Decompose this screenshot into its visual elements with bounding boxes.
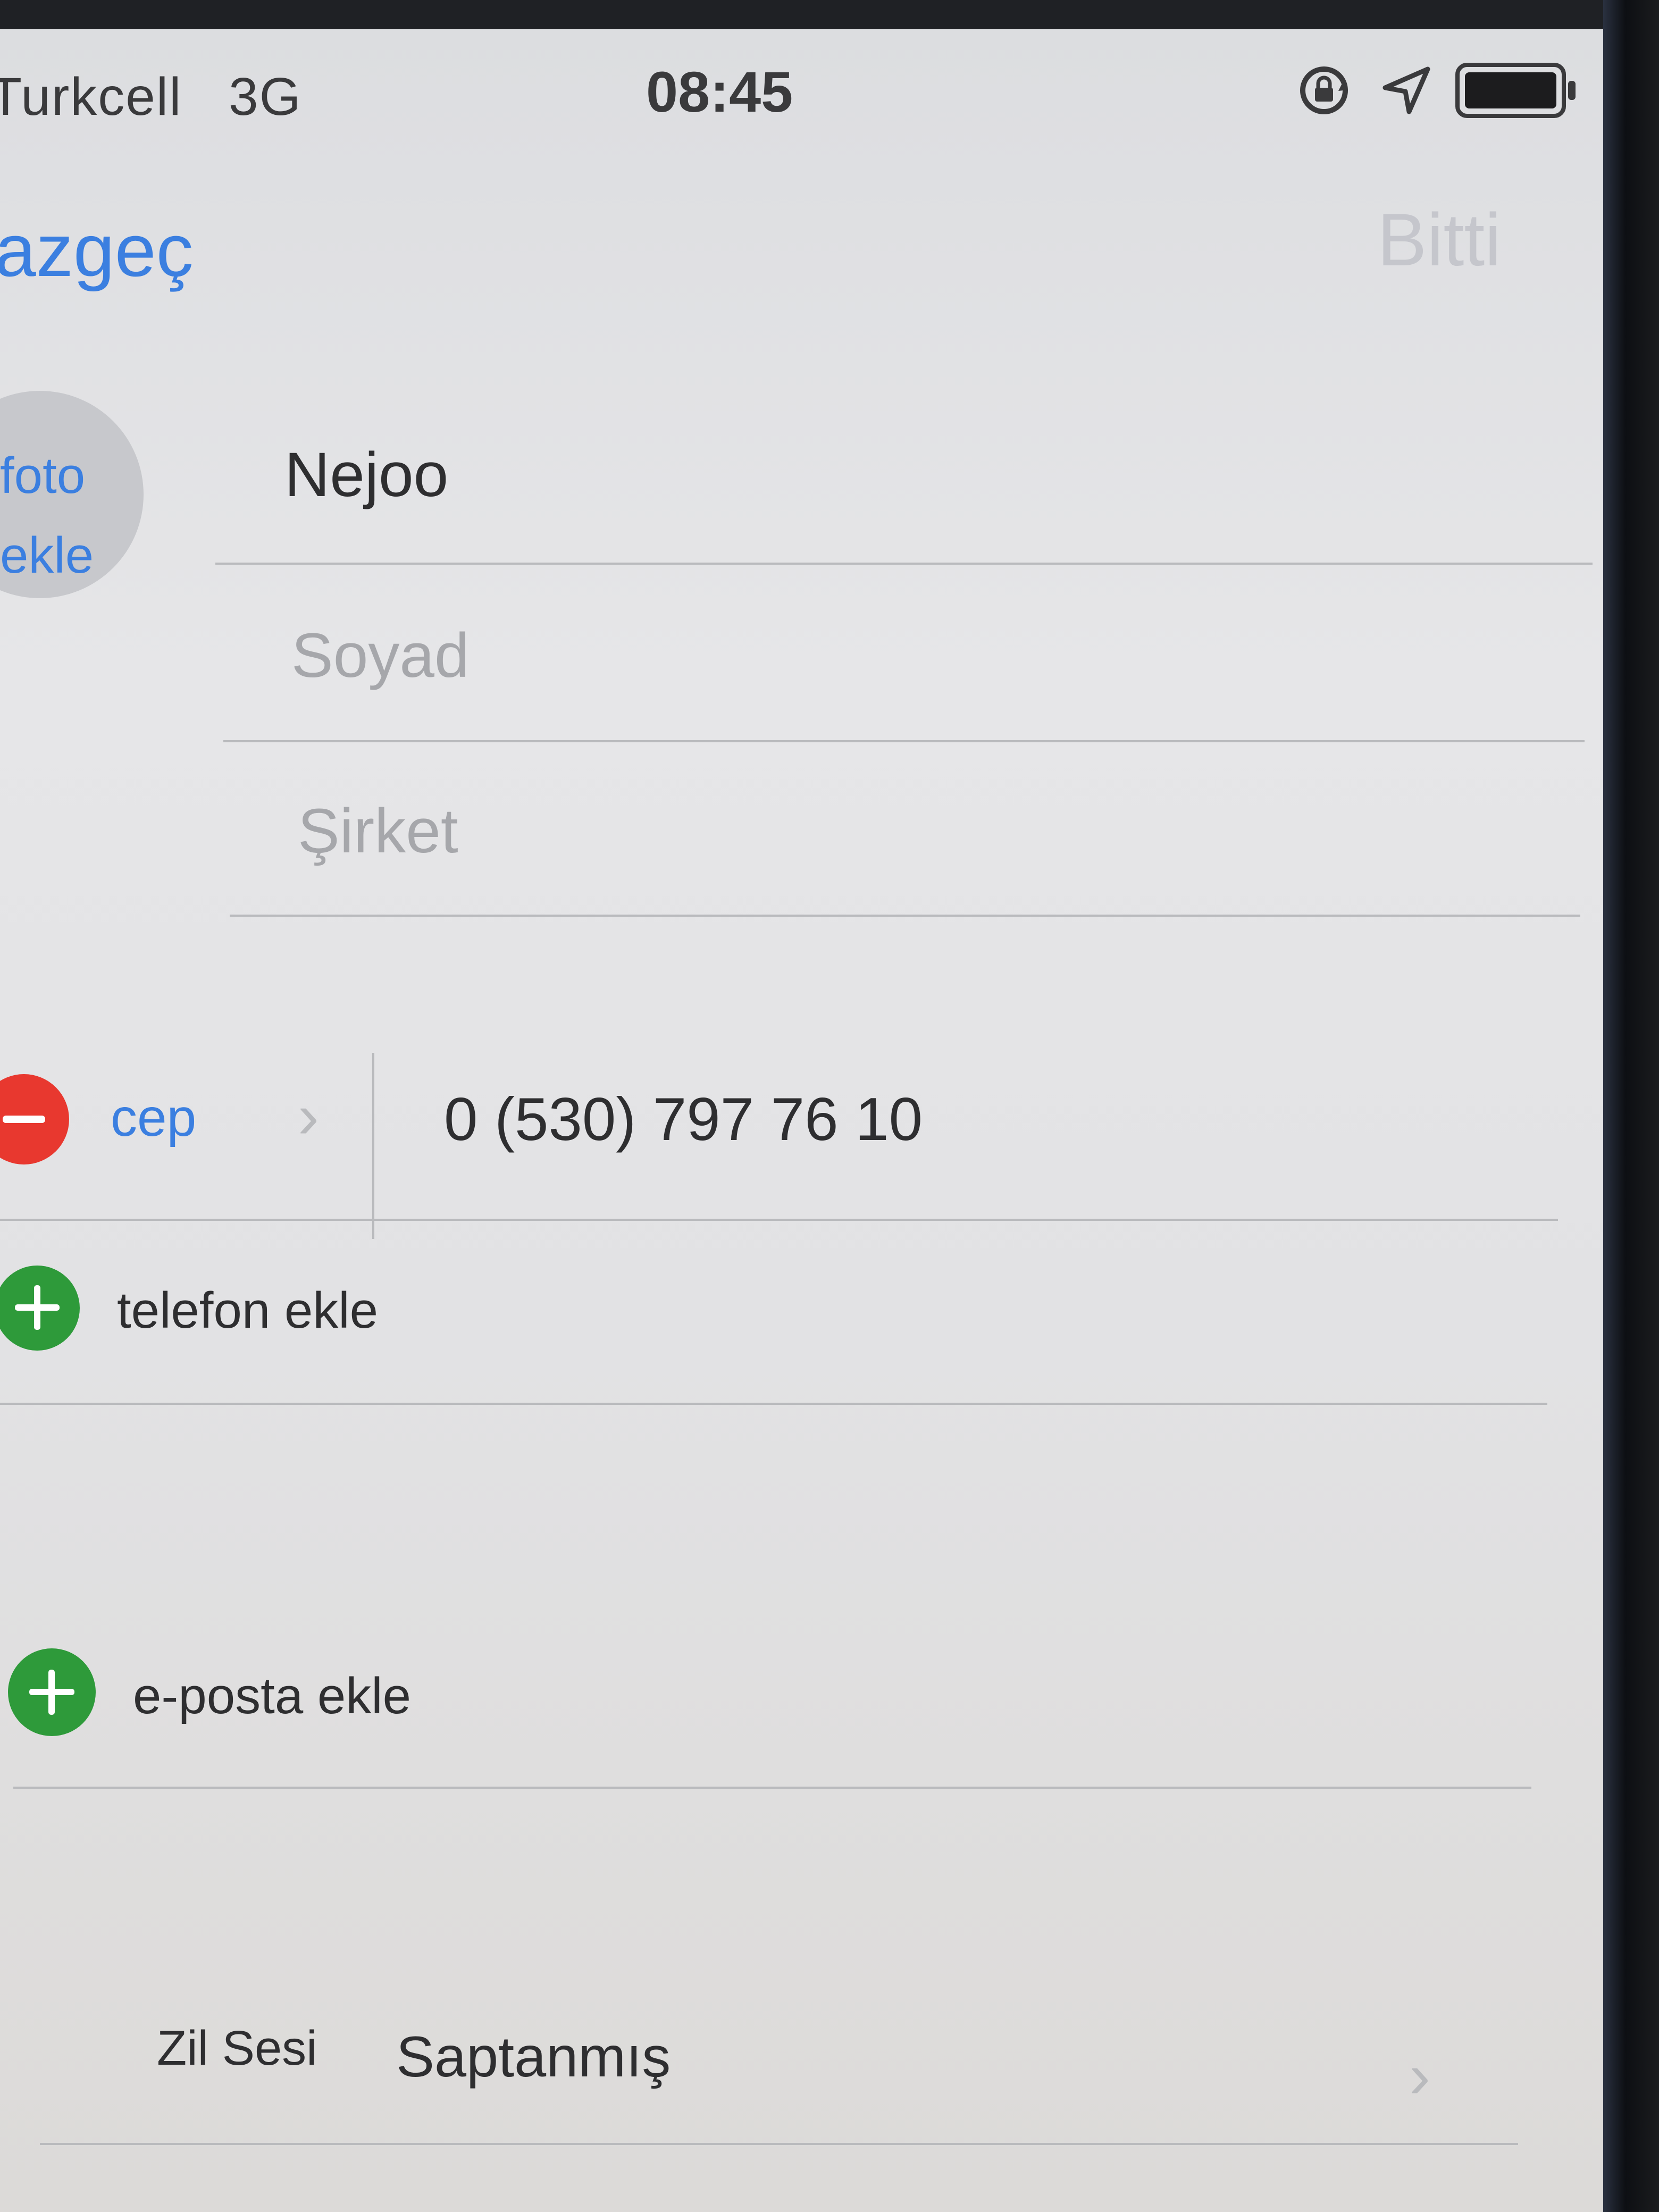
battery-icon [1455, 63, 1576, 118]
delete-phone-button[interactable] [0, 1074, 69, 1164]
done-button[interactable]: Bitti [1377, 197, 1501, 283]
phone-label-cep[interactable]: cep [111, 1087, 196, 1149]
location-icon [1382, 66, 1430, 114]
rotation-lock-icon [1300, 66, 1348, 114]
contact-edit-screen: Turkcell 3G 08:45 azgeç Bitti foto ekle … [0, 29, 1603, 2212]
device-bezel-top [0, 0, 1603, 29]
divider [40, 2143, 1518, 2145]
phone-number-field[interactable]: 0 (530) 797 76 10 [444, 1085, 923, 1154]
add-email-label[interactable]: e-posta ekle [133, 1667, 411, 1725]
add-phone-label[interactable]: telefon ekle [117, 1281, 378, 1340]
last-name-field[interactable]: Soyad [291, 619, 470, 692]
divider [13, 1787, 1531, 1789]
divider [215, 563, 1593, 565]
ringtone-value[interactable]: Saptanmış [396, 2023, 671, 2090]
device-bezel-right [1603, 0, 1659, 2212]
vertical-divider [372, 1053, 374, 1239]
company-field[interactable]: Şirket [298, 795, 458, 867]
add-email-button[interactable] [8, 1648, 96, 1736]
cancel-button[interactable]: azgeç [0, 207, 194, 294]
carrier-label: Turkcell [0, 67, 182, 127]
divider [0, 1403, 1547, 1405]
first-name-field[interactable]: Nejoo [284, 439, 448, 511]
add-photo-button[interactable]: foto ekle [0, 391, 144, 598]
ringtone-chevron-icon[interactable]: › [1409, 2039, 1430, 2113]
ringtone-label: Zil Sesi [157, 2021, 317, 2075]
network-label: 3G [229, 67, 302, 127]
chevron-right-icon: › [298, 1080, 319, 1152]
divider [223, 740, 1585, 742]
divider [230, 915, 1580, 917]
divider [0, 1219, 1558, 1221]
add-photo-line1: foto [0, 447, 86, 504]
add-photo-line2: ekle [0, 527, 94, 584]
add-phone-button[interactable] [0, 1266, 80, 1351]
status-time: 08:45 [646, 60, 793, 124]
